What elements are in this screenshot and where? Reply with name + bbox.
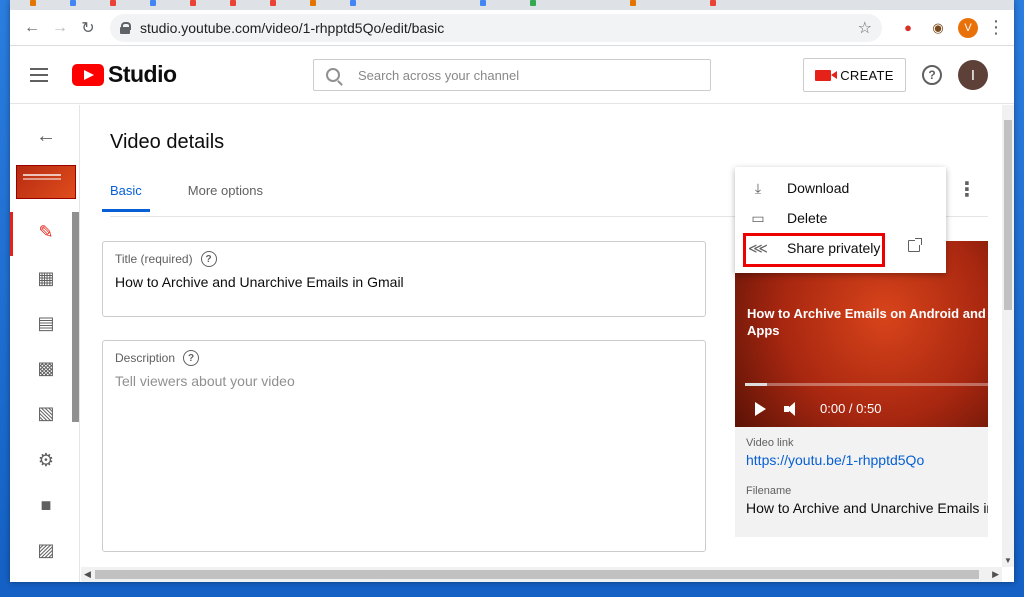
create-button[interactable]: CREATE — [803, 58, 906, 92]
channel-search-input[interactable]: Search across your channel — [313, 59, 711, 91]
horizontal-scrollbar[interactable]: ◀ ▶ — [81, 567, 1002, 582]
scroll-left-arrow-icon[interactable]: ◀ — [84, 569, 91, 580]
player-time: 0:00 / 0:50 — [820, 401, 882, 416]
help-icon[interactable]: ? — [183, 350, 200, 366]
studio-header: Studio Search across your channel CREATE… — [10, 46, 1014, 104]
editor-clapper-icon[interactable]: ▤ — [36, 313, 56, 333]
menu-item-delete[interactable]: ▭ Delete — [735, 203, 946, 233]
star-icon[interactable]: ☆ — [858, 18, 872, 38]
filename-value: How to Archive and Unarchive Emails in G — [746, 500, 988, 516]
browser-window: ← → ↻ studio.youtube.com/video/1-rhpptd5… — [10, 0, 1014, 582]
main-content: Video details Basic More options Title (… — [81, 105, 988, 567]
scroll-right-arrow-icon[interactable]: ▶ — [992, 569, 999, 580]
video-options-menu-icon[interactable]: ⋮ — [957, 177, 977, 202]
back-arrow-icon[interactable]: ← — [18, 14, 46, 42]
title-field-label: Title (required) ? — [115, 251, 693, 267]
subtitles-icon[interactable]: ▧ — [36, 403, 56, 423]
trash-icon: ▭ — [751, 209, 765, 226]
description-placeholder[interactable]: Tell viewers about your video — [115, 373, 693, 389]
feedback-icon[interactable]: ■ — [36, 495, 56, 515]
horizontal-scroll-thumb[interactable] — [95, 570, 979, 579]
tab-basic[interactable]: Basic — [102, 183, 150, 212]
forward-arrow-icon[interactable]: → — [46, 14, 74, 42]
video-options-menu: ⤓ Download ▭ Delete ⋘ Share privately — [735, 167, 946, 273]
active-indicator — [10, 212, 13, 256]
search-icon — [326, 68, 340, 82]
youtube-studio-logo[interactable]: Studio — [72, 61, 177, 88]
youtube-play-logo-icon — [72, 63, 104, 86]
settings-gear-icon[interactable]: ⚙ — [36, 450, 56, 470]
lock-icon — [120, 21, 131, 34]
vertical-scroll-thumb[interactable] — [1004, 120, 1012, 310]
left-rail: ← ✎ ▦ ▤ ▩ ▧ ⚙ ■ ▨ — [10, 105, 80, 582]
help-icon[interactable]: ? — [922, 65, 942, 85]
search-placeholder: Search across your channel — [358, 67, 520, 83]
tab-strip[interactable] — [10, 0, 1014, 10]
volume-icon[interactable] — [784, 401, 802, 416]
back-arrow-icon[interactable]: ← — [36, 125, 56, 148]
url-text: studio.youtube.com/video/1-rhpptd5Qo/edi… — [140, 19, 445, 36]
account-avatar[interactable]: I — [958, 60, 988, 90]
menu-item-download[interactable]: ⤓ Download — [735, 173, 946, 203]
filename-label: Filename — [746, 485, 792, 497]
title-field[interactable]: Title (required) ? How to Archive and Un… — [102, 241, 706, 317]
help-icon[interactable]: ? — [200, 251, 217, 267]
creator-studio-classic-icon[interactable]: ▨ — [36, 540, 56, 560]
cookie-extension-icon[interactable]: ◉ — [926, 16, 950, 40]
video-link[interactable]: https://youtu.be/1-rhpptd5Qo — [746, 452, 988, 468]
player-overlay-title: How to Archive Emails on Android and iOS… — [747, 306, 988, 338]
page-title: Video details — [110, 131, 225, 153]
download-icon: ⤓ — [754, 179, 762, 196]
analytics-icon[interactable]: ▦ — [36, 268, 56, 288]
description-field[interactable]: Description ? Tell viewers about your vi… — [102, 340, 706, 552]
description-field-label: Description ? — [115, 350, 693, 366]
pencil-details-icon[interactable]: ✎ — [36, 222, 56, 242]
detail-tabs: Basic More options — [102, 183, 263, 212]
title-input-value[interactable]: How to Archive and Unarchive Emails in G… — [115, 274, 693, 290]
menu-item-share-privately[interactable]: ⋘ Share privately — [735, 233, 946, 263]
video-link-label: Video link — [746, 437, 794, 449]
share-icon: ⋘ — [748, 239, 768, 256]
play-icon[interactable] — [755, 401, 766, 416]
menu-item-label: Download — [787, 180, 850, 196]
external-link-icon — [908, 238, 922, 252]
menu-item-label: Share privately — [787, 240, 881, 256]
scroll-down-arrow-icon[interactable]: ▼ — [1004, 556, 1012, 565]
player-controls: 0:00 / 0:50 — [755, 401, 881, 416]
video-thumbnail[interactable] — [16, 165, 76, 199]
video-camera-icon — [815, 69, 838, 81]
player-progress-bar[interactable] — [745, 383, 988, 386]
hamburger-menu-icon[interactable] — [30, 63, 54, 87]
omnibox[interactable]: studio.youtube.com/video/1-rhpptd5Qo/edi… — [110, 13, 882, 42]
logo-wordmark: Studio — [108, 61, 177, 87]
browser-profile-avatar[interactable]: V — [958, 17, 978, 38]
create-label: CREATE — [840, 67, 894, 83]
rail-scrollbar[interactable] — [72, 212, 79, 422]
extension-icon[interactable]: ● — [896, 16, 920, 40]
browser-menu-icon[interactable]: ⋮ — [986, 17, 1006, 38]
reload-icon[interactable]: ↻ — [74, 14, 102, 42]
comments-icon[interactable]: ▩ — [36, 358, 56, 378]
address-bar: ← → ↻ studio.youtube.com/video/1-rhpptd5… — [10, 10, 1014, 46]
vertical-scrollbar[interactable]: ▼ — [1002, 105, 1014, 567]
video-info-panel: Video link https://youtu.be/1-rhpptd5Qo … — [735, 427, 988, 537]
tab-more-options[interactable]: More options — [188, 183, 263, 212]
description-label-text: Description — [115, 351, 176, 365]
menu-item-label: Delete — [787, 210, 828, 226]
title-label-text: Title (required) — [115, 252, 193, 266]
